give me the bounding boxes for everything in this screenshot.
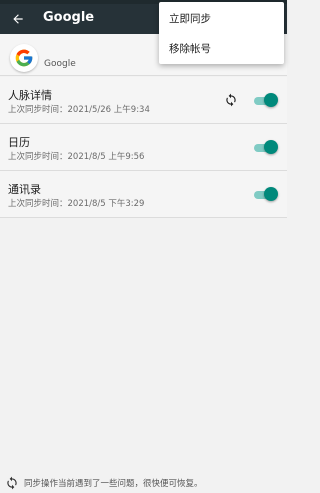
sync-icon (226, 93, 236, 107)
google-logo-icon (10, 44, 38, 72)
arrow-back-icon (13, 14, 23, 24)
row-last-sync: 上次同步时间：2021/8/5 上午9:56 (8, 152, 145, 162)
sync-toggle[interactable] (252, 140, 278, 154)
sync-problem-icon (7, 476, 17, 490)
sync-row-address-book[interactable]: 通讯录 上次同步时间：2021/8/5 下午3:29 (0, 171, 287, 218)
sync-row-contacts[interactable]: 人脉详情 上次同步时间：2021/5/26 上午9:34 (0, 77, 287, 124)
page-title: Google (43, 10, 95, 25)
row-last-sync: 上次同步时间：2021/5/26 上午9:34 (8, 105, 150, 115)
overflow-menu: 立即同步 移除帐号 (159, 2, 284, 64)
sync-toggle[interactable] (252, 187, 278, 201)
toggle-thumb (264, 187, 278, 201)
row-title: 通讯录 (8, 183, 41, 196)
account-name: Google (44, 59, 76, 69)
back-button[interactable] (6, 7, 30, 31)
menu-item-sync-now[interactable]: 立即同步 (169, 11, 211, 26)
menu-item-remove-account[interactable]: 移除帐号 (169, 41, 211, 56)
sync-row-calendar[interactable]: 日历 上次同步时间：2021/8/5 上午9:56 (0, 124, 287, 171)
sync-toggle[interactable] (252, 93, 278, 107)
sync-status-message: 同步操作当前遇到了一些问题，很快便可恢复。 (24, 479, 203, 489)
row-title: 人脉详情 (8, 89, 52, 102)
row-title: 日历 (8, 136, 30, 149)
row-last-sync: 上次同步时间：2021/8/5 下午3:29 (8, 199, 145, 209)
toggle-thumb (264, 140, 278, 154)
toggle-thumb (264, 93, 278, 107)
